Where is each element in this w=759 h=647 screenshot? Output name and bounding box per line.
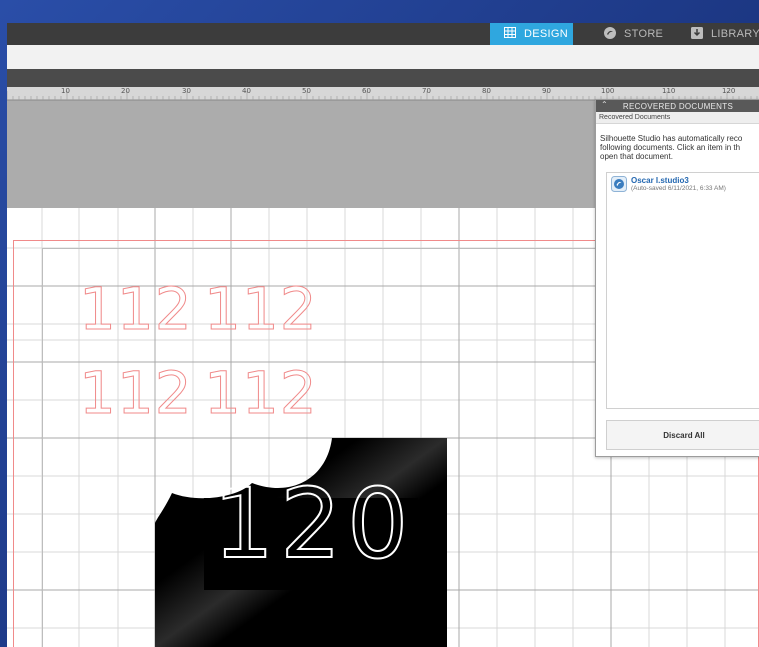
ruler-label: 10 xyxy=(61,87,70,95)
tab-store-label: STORE xyxy=(624,28,664,40)
recovery-message: Silhouette Studio has automatically reco… xyxy=(600,134,743,161)
ruler-label: 80 xyxy=(482,87,491,95)
silhouette-studio-window: DESIGN STORE LIBRARY 10 20 30 40 50 60 7… xyxy=(7,23,759,647)
discard-all-button[interactable]: Discard All xyxy=(606,420,759,450)
tab-library-label: LIBRARY xyxy=(711,28,759,40)
panel-header: ⌃ RECOVERED DOCUMENTS xyxy=(596,100,759,112)
ruler-label: 90 xyxy=(542,87,551,95)
collapse-chevron-icon[interactable]: ⌃ xyxy=(601,100,608,109)
tab-library[interactable]: LIBRARY xyxy=(677,23,759,45)
ruler-label: 50 xyxy=(302,87,311,95)
library-download-icon xyxy=(691,26,703,42)
tab-design[interactable]: DESIGN xyxy=(490,23,573,45)
top-navigation-bar: DESIGN STORE LIBRARY xyxy=(7,23,759,45)
ruler-label: 100 xyxy=(601,87,615,95)
studio-file-icon xyxy=(611,176,627,197)
ruler-label: 120 xyxy=(722,87,736,95)
ruler-label: 70 xyxy=(422,87,431,95)
recovered-documents-panel: ⌃ RECOVERED DOCUMENTS Recovered Document… xyxy=(595,99,759,457)
panel-subheader: Recovered Documents xyxy=(596,112,759,124)
tool-options-bar xyxy=(7,69,759,87)
tab-design-label: DESIGN xyxy=(524,28,568,40)
document-autosave-time: (Auto-saved 6/11/2021, 6:33 AM) xyxy=(631,185,726,192)
recovered-document-list: Oscar I.studio3 (Auto-saved 6/11/2021, 6… xyxy=(606,172,759,409)
panel-title: RECOVERED DOCUMENTS xyxy=(622,101,734,111)
ruler-label: 110 xyxy=(662,87,676,95)
ruler-label: 60 xyxy=(362,87,371,95)
ruler-label: 40 xyxy=(242,87,251,95)
grid-icon xyxy=(504,27,516,41)
ruler-label: 30 xyxy=(182,87,191,95)
tab-store[interactable]: STORE xyxy=(590,23,677,45)
list-item[interactable]: Oscar I.studio3 (Auto-saved 6/11/2021, 6… xyxy=(607,173,759,200)
silhouette-s-icon xyxy=(604,26,616,42)
document-name: Oscar I.studio3 xyxy=(631,176,689,185)
ruler-label: 20 xyxy=(121,87,130,95)
quick-access-toolbar xyxy=(7,45,759,70)
stencil-text-main[interactable]: 120 xyxy=(212,475,414,573)
